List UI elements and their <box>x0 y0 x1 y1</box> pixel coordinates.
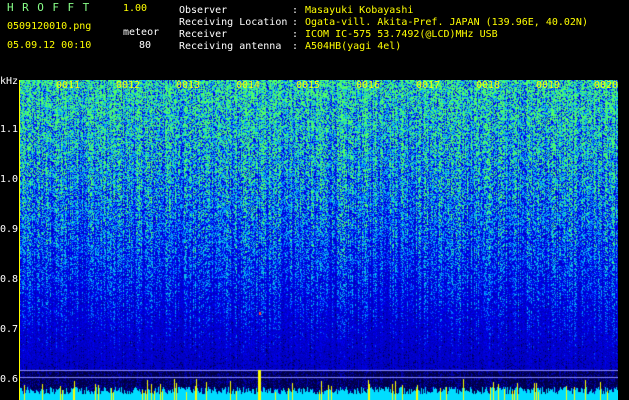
y-tick-label: 0.6 <box>0 374 19 385</box>
time-label: 0016 <box>356 80 381 91</box>
antenna-label: Receiving antenna <box>179 41 282 52</box>
observer-label: Observer <box>179 5 228 16</box>
time-label: 0014 <box>236 80 261 91</box>
receiver-colon: : <box>292 29 299 40</box>
time-label: 0012 <box>116 80 141 91</box>
mode-label: meteor <box>123 27 160 38</box>
app-title: HROFFT <box>7 1 98 14</box>
y-tick-label: 0.7 <box>0 324 19 335</box>
location-colon: : <box>292 17 299 28</box>
time-label: 0017 <box>416 80 441 91</box>
time-label: 0020 <box>594 80 619 91</box>
y-tick-label: 1.0 <box>0 174 19 185</box>
antenna-value: A504HB(yagi 4el) <box>305 41 402 52</box>
observer-colon: : <box>292 5 299 16</box>
y-tick-label: 0.9 <box>0 224 19 235</box>
location-label: Receiving Location <box>179 17 288 28</box>
time-label: 0019 <box>536 80 561 91</box>
time-label: 0013 <box>176 80 201 91</box>
time-label: 0011 <box>56 80 81 91</box>
observer-value: Masayuki Kobayashi <box>305 5 414 16</box>
time-label: 0018 <box>476 80 501 91</box>
y-tick-label: 1.1 <box>0 124 19 135</box>
antenna-colon: : <box>292 41 299 52</box>
y-axis-unit: kHz <box>0 76 19 87</box>
spectrogram-canvas <box>20 80 618 400</box>
count-label: 80 <box>139 40 152 51</box>
y-axis-line <box>19 80 20 400</box>
time-label: 0015 <box>296 80 321 91</box>
timestamp-label: 05.09.12 00:10 <box>7 40 92 51</box>
receiver-label: Receiver <box>179 29 228 40</box>
location-value: Ogata-vill. Akita-Pref. JAPAN (139.96E, … <box>305 17 588 28</box>
app-version: 1.00 <box>123 3 148 14</box>
receiver-value: ICOM IC-575 53.7492(@LCD)MHz USB <box>305 29 498 40</box>
y-tick-label: 0.8 <box>0 274 19 285</box>
filename-label: 0509120010.png <box>7 21 92 32</box>
